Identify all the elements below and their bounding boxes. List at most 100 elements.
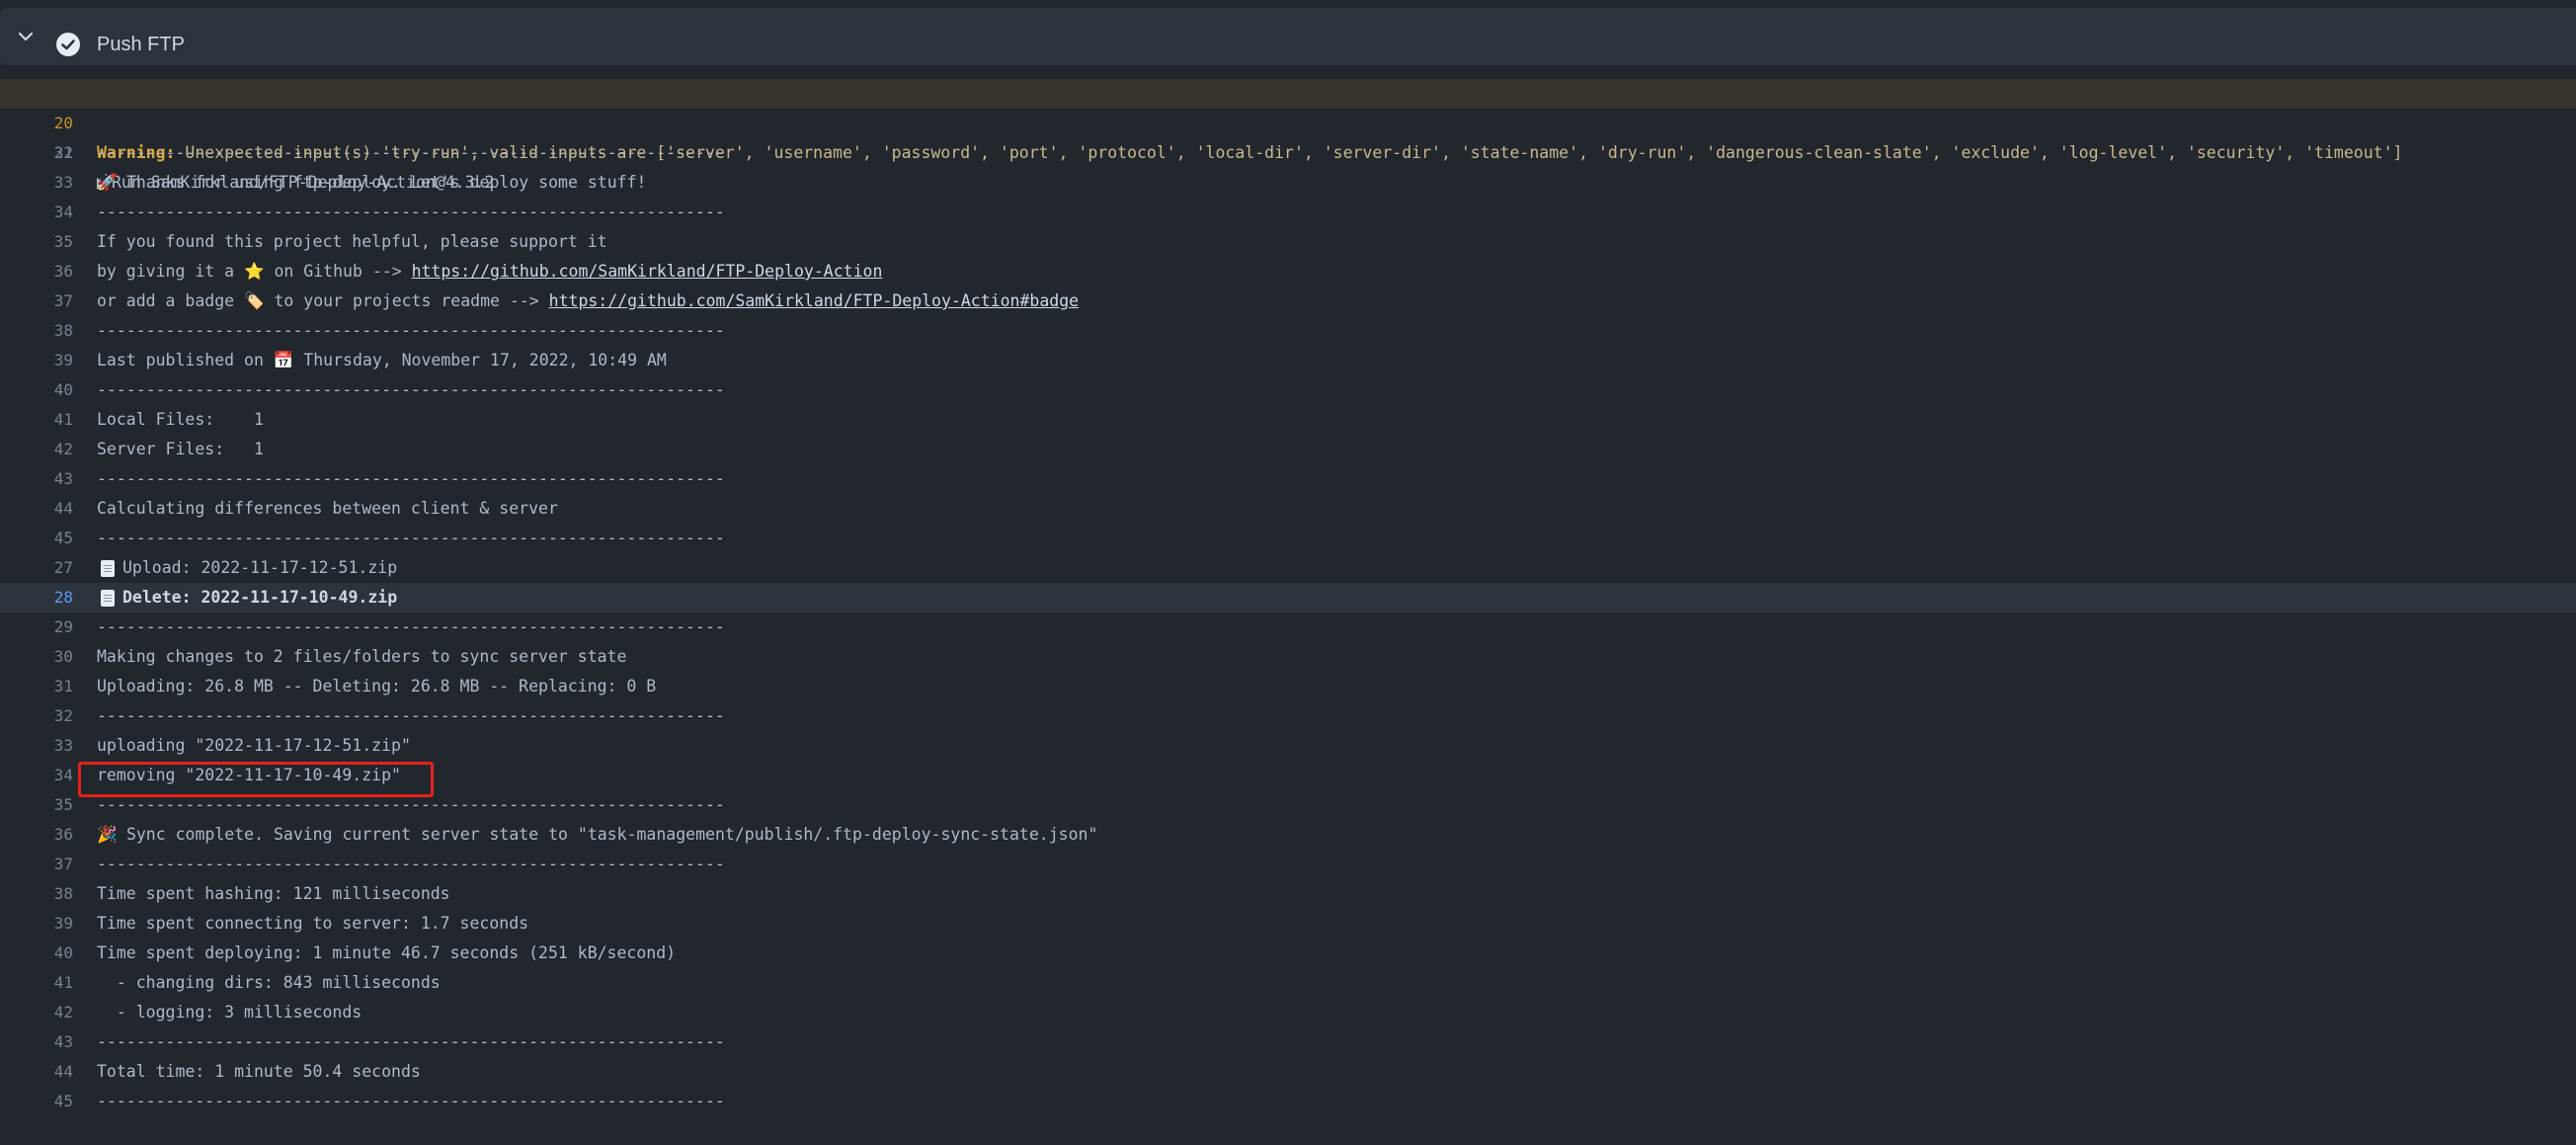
- log-message: Uploading: 26.8 MB -- Deleting: 26.8 MB …: [97, 677, 657, 695]
- log-text: ----------------------------------------…: [97, 1027, 725, 1057]
- step-title: Push FTP: [97, 34, 185, 55]
- line-number[interactable]: 42: [0, 998, 73, 1027]
- log-message: Time spent hashing: 121 milliseconds: [97, 884, 450, 903]
- log-line[interactable]: 40 --------------------------------------…: [0, 375, 2576, 405]
- log-message: ----------------------------------------…: [97, 1092, 725, 1110]
- log-message: - logging: 3 milliseconds: [97, 1003, 362, 1022]
- line-number[interactable]: 34: [0, 198, 73, 227]
- log-message: Time spent connecting to server: 1.7 sec…: [97, 914, 529, 933]
- log-link[interactable]: https://github.com/SamKirkland/FTP-Deplo…: [412, 262, 883, 281]
- line-number[interactable]: 43: [0, 1027, 73, 1057]
- log-group-run[interactable]: 21 Run SamKirkland/FTP-Deploy-Action@4.3…: [0, 109, 2576, 192]
- log-message: Upload: 2022-11-17-12-51.zip: [122, 558, 398, 577]
- log-line[interactable]: 41 Local Files: 1: [0, 405, 2576, 435]
- step-header[interactable]: Push FTP: [0, 8, 2576, 65]
- line-number[interactable]: 31: [0, 672, 73, 701]
- log-line[interactable]: 38 Time spent hashing: 121 milliseconds: [0, 879, 2576, 909]
- log-text: Time spent deploying: 1 minute 46.7 seco…: [97, 939, 676, 968]
- log-text: Calculating differences between client &…: [97, 494, 558, 524]
- line-number[interactable]: 44: [0, 1057, 73, 1087]
- line-number[interactable]: 27: [0, 553, 73, 583]
- log-message: Thanks for using ftp-deploy. Let's deplo…: [125, 173, 647, 192]
- line-number[interactable]: 35: [0, 790, 73, 820]
- line-number[interactable]: 36: [0, 820, 73, 850]
- log-message: Delete: 2022-11-17-10-49.zip: [122, 588, 398, 607]
- log-line[interactable]: 44 Calculating differences between client…: [0, 494, 2576, 524]
- log-text: - logging: 3 milliseconds: [97, 998, 362, 1027]
- log-output: 20 Warning: Unexpected input(s) 'try-run…: [0, 79, 2576, 1116]
- log-line[interactable]: 42 Server Files: 1: [0, 435, 2576, 464]
- log-message: Total time: 1 minute 50.4 seconds: [97, 1062, 421, 1081]
- line-number[interactable]: 43: [0, 464, 73, 494]
- line-number[interactable]: 44: [0, 494, 73, 524]
- log-line[interactable]: 37 --------------------------------------…: [0, 850, 2576, 879]
- line-number[interactable]: 34: [0, 761, 73, 790]
- line-number[interactable]: 32: [0, 138, 73, 168]
- line-number[interactable]: 40: [0, 375, 73, 405]
- log-line[interactable]: 38 --------------------------------------…: [0, 316, 2576, 346]
- log-text: Local Files: 1: [97, 405, 264, 435]
- log-line[interactable]: 43 --------------------------------------…: [0, 464, 2576, 494]
- log-line[interactable]: 45 --------------------------------------…: [0, 1087, 2576, 1116]
- log-line[interactable]: 34 --------------------------------------…: [0, 198, 2576, 227]
- log-message: Last published on 📅 Thursday, November 1…: [97, 351, 667, 369]
- log-line[interactable]: 28 Delete: 2022-11-17-10-49.zip: [0, 583, 2576, 613]
- log-line[interactable]: 30 Making changes to 2 files/folders to s…: [0, 642, 2576, 672]
- chevron-down-icon[interactable]: [16, 27, 36, 46]
- emoji-icon: 🚀: [97, 173, 118, 192]
- log-line[interactable]: 37 or add a badge 🏷️ to your projects rea…: [0, 286, 2576, 316]
- line-number[interactable]: 36: [0, 257, 73, 286]
- log-message: ----------------------------------------…: [97, 706, 725, 725]
- line-number[interactable]: 45: [0, 524, 73, 553]
- log-line[interactable]: 39 Last published on 📅 Thursday, November…: [0, 346, 2576, 375]
- line-number[interactable]: 32: [0, 701, 73, 731]
- line-number[interactable]: 28: [0, 583, 73, 613]
- log-line[interactable]: 40 Time spent deploying: 1 minute 46.7 se…: [0, 939, 2576, 968]
- line-number[interactable]: 38: [0, 879, 73, 909]
- log-line[interactable]: 31 Uploading: 26.8 MB -- Deleting: 26.8 M…: [0, 672, 2576, 701]
- log-line-warning[interactable]: 20 Warning: Unexpected input(s) 'try-run…: [0, 79, 2576, 162]
- line-number[interactable]: 39: [0, 346, 73, 375]
- line-number[interactable]: 37: [0, 850, 73, 879]
- line-number[interactable]: 29: [0, 613, 73, 642]
- line-number[interactable]: 42: [0, 435, 73, 464]
- line-number[interactable]: 33: [0, 731, 73, 761]
- log-line[interactable]: 45 --------------------------------------…: [0, 524, 2576, 553]
- line-number[interactable]: 45: [0, 1087, 73, 1116]
- log-message: ----------------------------------------…: [97, 617, 725, 636]
- log-line[interactable]: 32 --------------------------------------…: [0, 138, 2576, 168]
- line-number[interactable]: 41: [0, 405, 73, 435]
- log-line[interactable]: 41 - changing dirs: 843 milliseconds: [0, 968, 2576, 998]
- line-number[interactable]: 30: [0, 642, 73, 672]
- log-text: Upload: 2022-11-17-12-51.zip: [97, 553, 397, 583]
- line-number[interactable]: 35: [0, 227, 73, 257]
- log-message: ----------------------------------------…: [97, 143, 725, 162]
- line-number[interactable]: 38: [0, 316, 73, 346]
- line-number[interactable]: 40: [0, 939, 73, 968]
- log-text: Server Files: 1: [97, 435, 264, 464]
- log-text: ----------------------------------------…: [97, 464, 725, 494]
- log-line[interactable]: 29 --------------------------------------…: [0, 613, 2576, 642]
- log-link[interactable]: https://github.com/SamKirkland/FTP-Deplo…: [549, 291, 1079, 310]
- log-text: uploading "2022-11-17-12-51.zip": [97, 731, 411, 761]
- line-number[interactable]: 41: [0, 968, 73, 998]
- log-line[interactable]: 43 --------------------------------------…: [0, 1027, 2576, 1057]
- line-number[interactable]: 39: [0, 909, 73, 939]
- log-line[interactable]: 27 Upload: 2022-11-17-12-51.zip: [0, 553, 2576, 583]
- log-line[interactable]: 35 If you found this project helpful, ple…: [0, 227, 2576, 257]
- log-line[interactable]: 44 Total time: 1 minute 50.4 seconds: [0, 1057, 2576, 1087]
- log-message: Time spent deploying: 1 minute 46.7 seco…: [97, 943, 677, 962]
- log-line[interactable]: 33 🚀 Thanks for using ftp-deploy. Let's d…: [0, 168, 2576, 198]
- log-text: ----------------------------------------…: [97, 138, 725, 168]
- log-line[interactable]: 36 🎉 Sync complete. Saving current server…: [0, 820, 2576, 850]
- log-line[interactable]: 39 Time spent connecting to server: 1.7 s…: [0, 909, 2576, 939]
- line-number[interactable]: 33: [0, 168, 73, 198]
- line-number[interactable]: 37: [0, 286, 73, 316]
- log-line[interactable]: 36 by giving it a ⭐ on Github --> https:/…: [0, 257, 2576, 286]
- check-circle-icon: [56, 33, 80, 56]
- log-line[interactable]: 42 - logging: 3 milliseconds: [0, 998, 2576, 1027]
- log-text: ----------------------------------------…: [97, 316, 725, 346]
- log-line[interactable]: 33 uploading "2022-11-17-12-51.zip": [0, 731, 2576, 761]
- log-message: ----------------------------------------…: [97, 380, 725, 399]
- log-line[interactable]: 32 --------------------------------------…: [0, 701, 2576, 731]
